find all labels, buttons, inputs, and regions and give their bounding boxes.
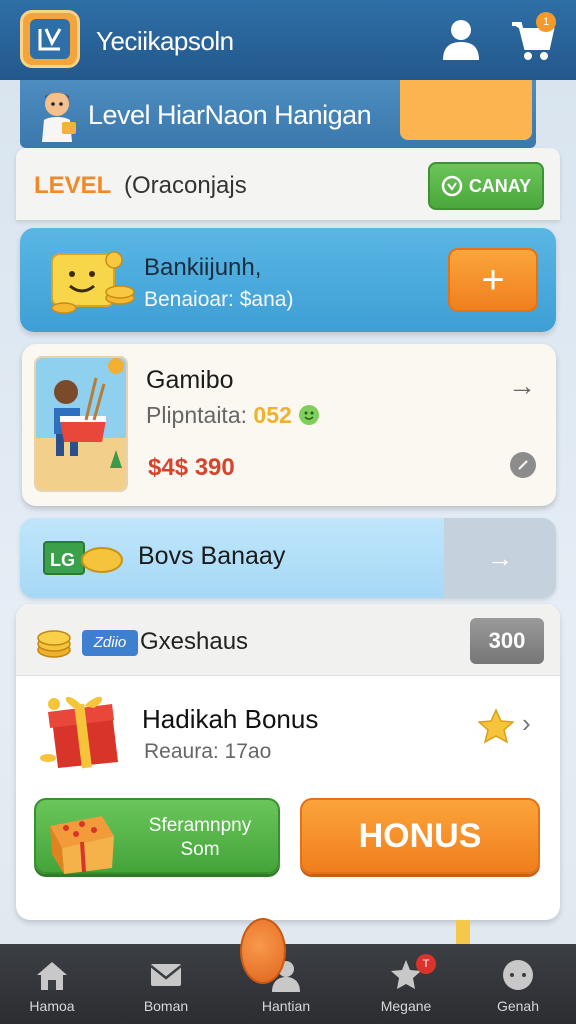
level-claim-label: CANAY <box>468 175 532 196</box>
ticket-coin-icon: LG <box>42 538 124 578</box>
app-logo[interactable] <box>20 10 80 68</box>
nav-label-profile: Hantian <box>261 998 311 1014</box>
level-banner: Level HiarNaon Hanigan <box>20 80 536 148</box>
bonus-count: 300 <box>470 618 544 664</box>
home-icon <box>37 962 67 990</box>
bank-card[interactable]: Bankiijunh, Benaioar: $ana) + <box>20 228 556 332</box>
bank-add-button[interactable]: + <box>448 248 538 312</box>
coin-badge-label: Zdiio <box>82 630 138 656</box>
nav-label-mail: Boman <box>143 998 189 1014</box>
smiley-coin-icon <box>299 405 320 425</box>
user-icon[interactable] <box>440 16 482 62</box>
bonus-item-title: Hadikah Bonus <box>142 704 319 734</box>
coin-stack-icon: Zdiio <box>32 622 142 662</box>
decor-post <box>456 920 470 944</box>
boost-row[interactable]: LG Bovs Banaay → <box>20 518 556 598</box>
game-players-value: 052 <box>253 402 292 428</box>
green-reward-button[interactable]: Sferamnpny Som <box>34 798 280 874</box>
level-claim-button[interactable]: CANAY <box>428 162 544 210</box>
bonus-button[interactable]: HONUS <box>300 798 540 874</box>
kid-avatar-icon <box>34 88 80 142</box>
boost-arrow-icon[interactable]: → <box>444 518 556 598</box>
coin-outline-icon <box>441 175 463 197</box>
logo-mark-icon <box>30 19 70 59</box>
nav-item-chat[interactable]: Genah <box>466 944 570 1024</box>
green-button-label: Sferamnpny Som <box>148 815 252 860</box>
bonus-header-title: Gxeshaus <box>140 628 249 655</box>
bottom-nav: Hamoa Boman Hantian Megane T Genah <box>0 944 576 1024</box>
game-title: Gamibo <box>146 366 234 394</box>
level-banner-tag <box>400 80 532 140</box>
bonus-header: Zdiio Gxeshaus 300 <box>16 604 560 676</box>
game-card[interactable]: Gamibo Plipntaita: 052 $4$ 390 → <box>22 344 556 506</box>
gift-box-icon <box>38 690 134 772</box>
game-players: Plipntaita: 052 <box>146 402 320 429</box>
nav-item-mail[interactable]: Boman <box>114 944 218 1024</box>
star-icon <box>477 708 515 744</box>
chevron-right-icon[interactable]: › <box>522 708 531 739</box>
bonus-item-reward: Reaura: 17ao <box>144 740 272 763</box>
cart-icon[interactable]: 1 <box>508 12 556 62</box>
level-banner-title: Level HiarNaon Hanigan <box>88 100 372 130</box>
level-row: LEVEL (Oraconjajs CANAY <box>16 148 560 220</box>
bank-title: Bankiijunh, <box>144 254 262 281</box>
cart-badge: 1 <box>536 12 556 32</box>
boost-badge: LG <box>50 550 75 570</box>
game-price: $4$ 390 <box>148 454 235 481</box>
boost-title: Bovs Banaay <box>138 542 286 570</box>
app-header: Yeciikapsoln 1 <box>0 0 576 80</box>
arrow-right-icon[interactable]: → <box>508 370 536 402</box>
nav-label-badge: Megane <box>380 998 432 1014</box>
nav-label-chat: Genah <box>496 998 540 1014</box>
bonus-panel: Zdiio Gxeshaus 300 Hadikah Bonus Reaura:… <box>16 604 560 920</box>
level-value: (Oraconjajs <box>124 172 247 199</box>
chat-icon <box>503 960 533 990</box>
info-icon[interactable] <box>510 452 536 478</box>
nav-item-home[interactable]: Hamoa <box>0 944 104 1024</box>
game-thumbnail <box>34 356 128 492</box>
nav-label-home: Hamoa <box>29 998 75 1014</box>
present-box-icon <box>42 806 122 876</box>
center-action-button[interactable] <box>240 918 286 984</box>
cheese-coin-icon <box>44 246 140 316</box>
bank-subtitle: Benaioar: $ana) <box>144 288 294 311</box>
app-title: Yeciikapsoln <box>96 26 234 56</box>
mail-icon <box>150 964 182 986</box>
notification-badge: T <box>416 954 436 974</box>
nav-item-badge[interactable]: Megane <box>354 944 458 1024</box>
level-label: LEVEL <box>34 172 112 199</box>
game-players-label: Plipntaita: <box>146 402 248 428</box>
